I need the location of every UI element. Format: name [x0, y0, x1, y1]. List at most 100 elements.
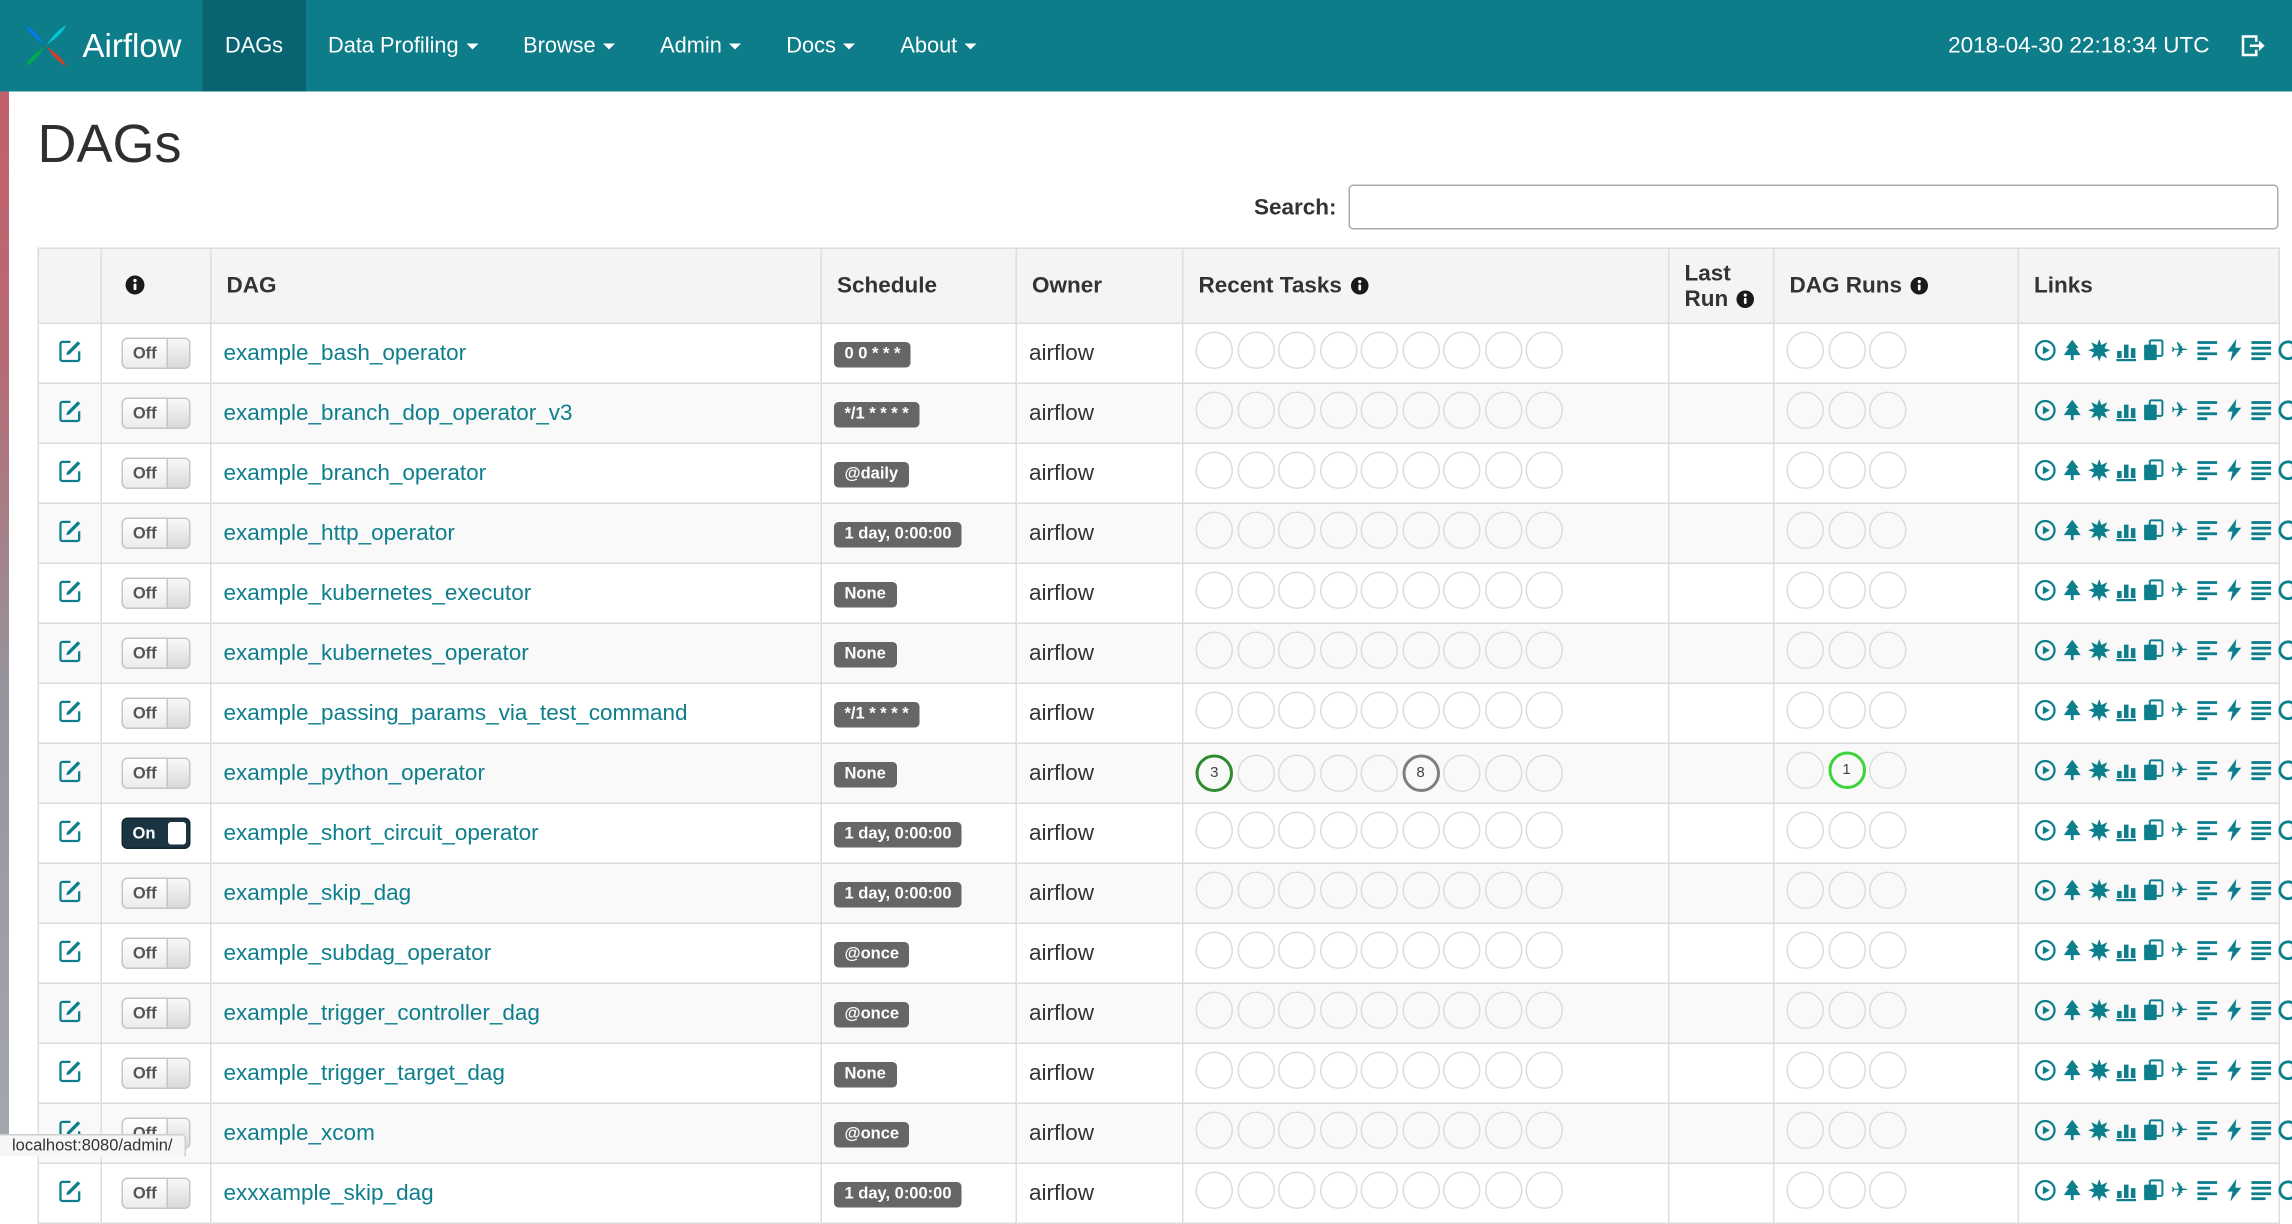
dag-pause-toggle[interactable]: Off — [122, 458, 191, 490]
state-circle[interactable] — [1443, 692, 1481, 730]
graph-view-link[interactable] — [2087, 459, 2111, 483]
code-view-link[interactable] — [2222, 519, 2246, 543]
state-circle[interactable] — [1526, 872, 1564, 910]
trigger-dag-link[interactable] — [2033, 339, 2057, 363]
edit-dag-link[interactable] — [58, 818, 82, 842]
trigger-dag-link[interactable] — [2033, 759, 2057, 783]
state-circle[interactable] — [1278, 992, 1316, 1030]
state-circle[interactable] — [1787, 812, 1825, 850]
state-circle[interactable] — [1869, 512, 1907, 550]
state-circle[interactable] — [1443, 632, 1481, 670]
logs-link[interactable] — [2249, 1059, 2273, 1083]
tasks-duration-link[interactable] — [2114, 519, 2138, 543]
state-circle[interactable] — [1402, 512, 1440, 550]
tasks-duration-link[interactable] — [2114, 1059, 2138, 1083]
tree-view-link[interactable] — [2060, 459, 2084, 483]
dag-pause-toggle[interactable]: Off — [122, 878, 191, 910]
state-circle[interactable] — [1237, 992, 1275, 1030]
state-circle[interactable] — [1361, 392, 1399, 430]
schedule-badge[interactable]: @once — [834, 1122, 910, 1148]
state-circle[interactable] — [1526, 452, 1564, 490]
state-circle[interactable] — [1196, 1112, 1234, 1150]
header-dag-runs[interactable]: DAG Runs — [1774, 248, 2019, 323]
nav-item-docs[interactable]: Docs — [764, 0, 878, 92]
schedule-badge[interactable]: None — [834, 762, 896, 788]
state-circle[interactable] — [1319, 452, 1357, 490]
schedule-badge[interactable]: None — [834, 642, 896, 668]
state-circle[interactable] — [1787, 992, 1825, 1030]
tasks-duration-link[interactable] — [2114, 759, 2138, 783]
edit-dag-link[interactable] — [58, 878, 82, 902]
nav-item-browse[interactable]: Browse — [501, 0, 638, 92]
state-circle[interactable] — [1196, 812, 1234, 850]
state-circle[interactable] — [1319, 332, 1357, 370]
tasks-duration-link[interactable] — [2114, 459, 2138, 483]
state-circle[interactable] — [1361, 572, 1399, 610]
state-circle[interactable] — [1787, 692, 1825, 730]
logs-link[interactable] — [2249, 819, 2273, 843]
state-circle[interactable] — [1196, 452, 1234, 490]
trigger-dag-link[interactable] — [2033, 579, 2057, 603]
edit-dag-link[interactable] — [58, 338, 82, 362]
gantt-view-link[interactable] — [2195, 519, 2219, 543]
tree-view-link[interactable] — [2060, 699, 2084, 723]
state-circle[interactable] — [1237, 1112, 1275, 1150]
state-circle[interactable] — [1484, 755, 1522, 793]
trigger-dag-link[interactable] — [2033, 879, 2057, 903]
edit-dag-link[interactable] — [58, 1178, 82, 1202]
code-view-link[interactable] — [2222, 879, 2246, 903]
state-circle[interactable] — [1828, 572, 1866, 610]
state-circle[interactable] — [1361, 1052, 1399, 1090]
task-tries-link[interactable] — [2141, 939, 2165, 963]
state-circle[interactable] — [1237, 1172, 1275, 1210]
dag-name-link[interactable]: example_bash_operator — [224, 341, 467, 367]
dag-pause-toggle[interactable]: Off — [122, 938, 191, 970]
state-circle[interactable] — [1787, 872, 1825, 910]
state-circle[interactable] — [1484, 632, 1522, 670]
header-edit[interactable] — [38, 248, 101, 323]
state-circle[interactable] — [1443, 452, 1481, 490]
trigger-dag-link[interactable] — [2033, 939, 2057, 963]
tasks-duration-link[interactable] — [2114, 939, 2138, 963]
state-circle[interactable] — [1278, 692, 1316, 730]
code-view-link[interactable] — [2222, 939, 2246, 963]
graph-view-link[interactable] — [2087, 339, 2111, 363]
refresh-link[interactable] — [2276, 879, 2292, 903]
state-circle[interactable] — [1319, 392, 1357, 430]
state-circle[interactable] — [1402, 812, 1440, 850]
header-toggle[interactable] — [101, 248, 211, 323]
state-circle[interactable] — [1526, 332, 1564, 370]
tree-view-link[interactable] — [2060, 939, 2084, 963]
state-circle[interactable] — [1361, 932, 1399, 970]
refresh-link[interactable] — [2276, 579, 2292, 603]
schedule-badge[interactable]: None — [834, 582, 896, 608]
tree-view-link[interactable] — [2060, 879, 2084, 903]
state-circle[interactable] — [1869, 812, 1907, 850]
refresh-link[interactable] — [2276, 459, 2292, 483]
gantt-view-link[interactable] — [2195, 1059, 2219, 1083]
tree-view-link[interactable] — [2060, 1179, 2084, 1203]
state-circle[interactable]: 3 — [1196, 755, 1234, 793]
trigger-dag-link[interactable] — [2033, 819, 2057, 843]
state-circle[interactable] — [1402, 932, 1440, 970]
dag-name-link[interactable]: example_kubernetes_executor — [224, 581, 532, 607]
dag-pause-toggle[interactable]: Off — [122, 518, 191, 550]
state-circle[interactable] — [1237, 872, 1275, 910]
dag-name-link[interactable]: example_branch_dop_operator_v3 — [224, 401, 573, 427]
state-circle[interactable] — [1443, 1112, 1481, 1150]
tree-view-link[interactable] — [2060, 999, 2084, 1023]
state-circle[interactable] — [1828, 392, 1866, 430]
schedule-badge[interactable]: @once — [834, 1002, 910, 1028]
edit-dag-link[interactable] — [58, 758, 82, 782]
landing-times-link[interactable]: ✈ — [2168, 639, 2192, 663]
state-circle[interactable] — [1869, 932, 1907, 970]
state-circle[interactable] — [1278, 755, 1316, 793]
gantt-view-link[interactable] — [2195, 1119, 2219, 1143]
gantt-view-link[interactable] — [2195, 699, 2219, 723]
gantt-view-link[interactable] — [2195, 879, 2219, 903]
state-circle[interactable] — [1402, 692, 1440, 730]
gantt-view-link[interactable] — [2195, 459, 2219, 483]
state-circle[interactable] — [1237, 812, 1275, 850]
state-circle[interactable] — [1319, 1052, 1357, 1090]
search-input[interactable] — [1349, 185, 2279, 230]
